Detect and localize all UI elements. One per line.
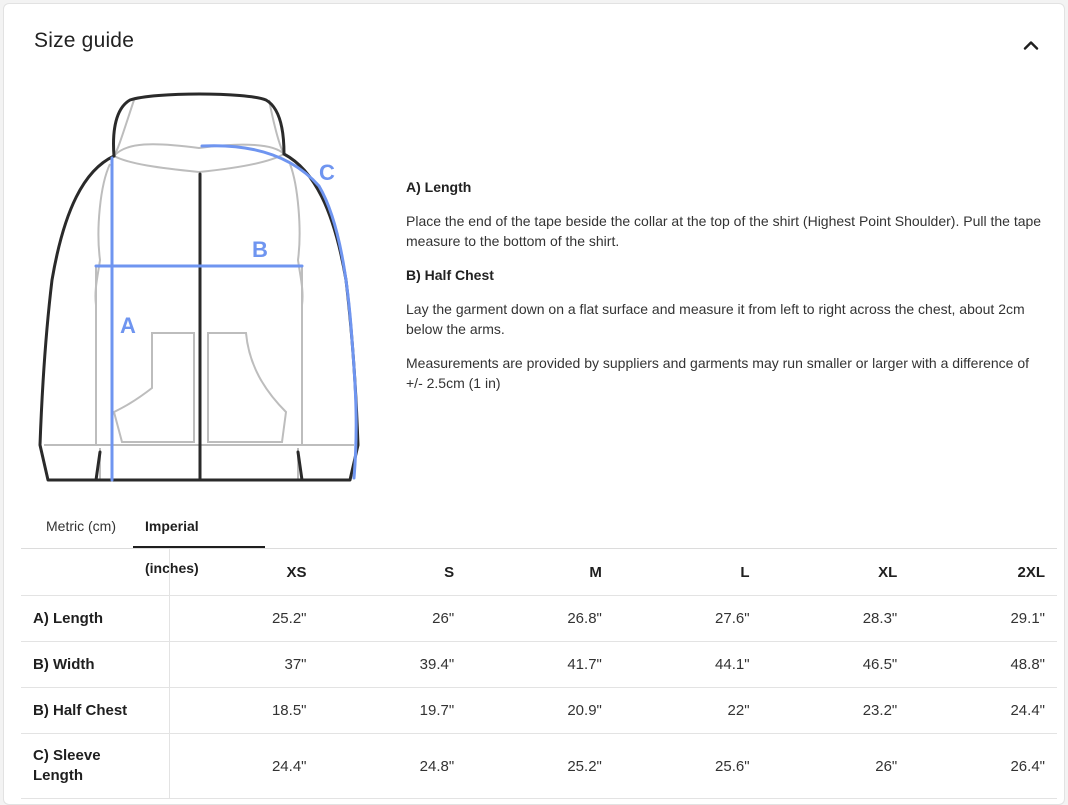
table-cell: 46.5" [761,641,910,688]
table-cell: 24.4" [169,733,319,799]
hoodie-measurement-diagram: A B C [34,90,364,488]
measurement-note: Measurements are provided by suppliers a… [406,355,1030,391]
column-header: S [318,549,467,596]
table-cell: 19.7" [318,687,467,734]
size-guide-title: Size guide [34,29,135,52]
size-table: XS S M L XL 2XL A) Length 25.2" 26" 26.8… [21,549,1057,799]
table-cell: 37" [169,641,319,688]
size-guide-panel: Size guide A B C A) Length Place the end… [3,3,1065,805]
row-label: B) Width [21,641,170,688]
table-cell: 26.4" [909,733,1057,799]
table-corner-cell [21,549,170,596]
row-label: C) Sleeve Length [21,733,170,799]
column-header: 2XL [909,549,1057,596]
table-cell: 26" [318,595,467,642]
table-row: C) Sleeve Length 24.4" 24.8" 25.2" 25.6"… [21,733,1057,799]
table-cell: 41.7" [466,641,614,688]
table-cell: 28.3" [761,595,910,642]
table-cell: 26" [761,733,910,799]
table-cell: 48.8" [909,641,1057,688]
table-cell: 25.2" [169,595,319,642]
column-header: L [613,549,762,596]
table-cell: 23.2" [761,687,910,734]
table-cell: 44.1" [613,641,762,688]
tab-imperial[interactable]: Imperial (inches) [133,505,265,576]
size-table-container: XS S M L XL 2XL A) Length 25.2" 26" 26.8… [21,548,1057,799]
table-row: A) Length 25.2" 26" 26.8" 27.6" 28.3" 29… [21,595,1057,642]
half-chest-description: Lay the garment down on a flat surface a… [406,301,1025,337]
collapse-button[interactable] [1020,34,1042,56]
label-b: B [252,237,268,262]
table-cell: 18.5" [169,687,319,734]
length-heading: A) Length [406,179,472,195]
table-cell: 39.4" [318,641,467,688]
table-header-row: XS S M L XL 2XL [21,549,1057,596]
column-header: M [466,549,614,596]
measurement-instructions: A) Length Place the end of the tape besi… [406,177,1046,407]
table-cell: 25.2" [466,733,614,799]
row-label: B) Half Chest [21,687,170,734]
column-header: XL [761,549,910,596]
table-row: B) Width 37" 39.4" 41.7" 44.1" 46.5" 48.… [21,641,1057,688]
table-cell: 25.6" [613,733,762,799]
half-chest-heading: B) Half Chest [406,267,494,283]
table-cell: 27.6" [613,595,762,642]
table-cell: 24.8" [318,733,467,799]
table-cell: 26.8" [466,595,614,642]
label-a: A [120,313,136,338]
row-label: A) Length [21,595,170,642]
table-row: B) Half Chest 18.5" 19.7" 20.9" 22" 23.2… [21,687,1057,734]
column-header: XS [169,549,319,596]
table-cell: 24.4" [909,687,1057,734]
label-c: C [319,160,335,185]
chevron-up-icon [1023,41,1039,50]
tab-metric[interactable]: Metric (cm) [20,505,133,548]
table-cell: 20.9" [466,687,614,734]
table-cell: 29.1" [909,595,1057,642]
unit-tabs: Metric (cm) Imperial (inches) [20,504,265,576]
hoodie-illustration: A B C [38,92,360,482]
length-description: Place the end of the tape beside the col… [406,213,1042,249]
table-cell: 22" [613,687,762,734]
